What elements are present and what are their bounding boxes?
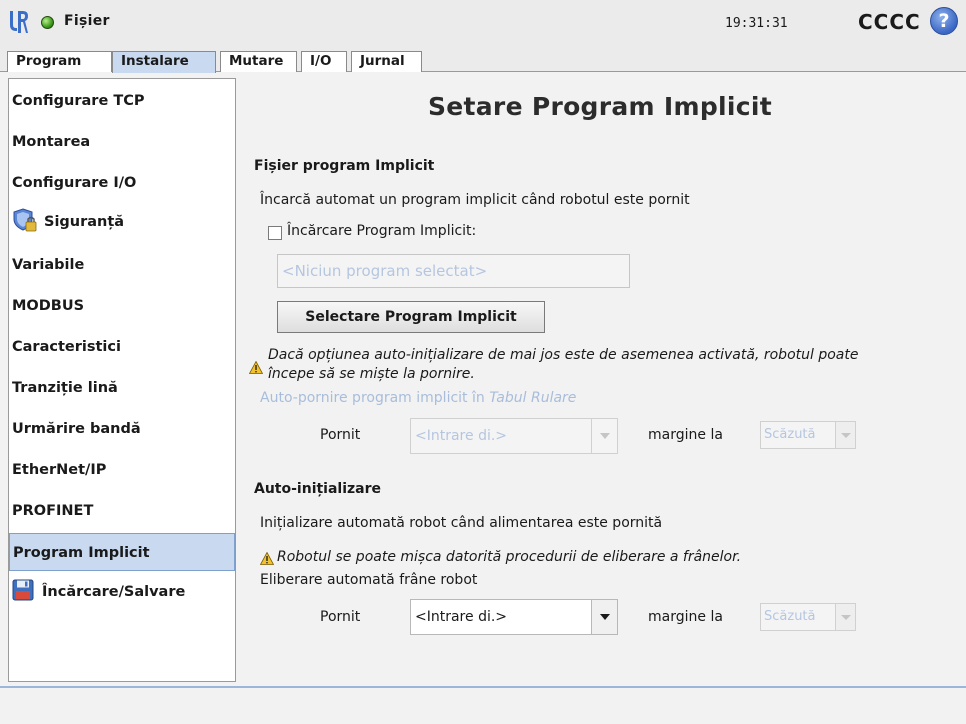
brake-on-label: Pornit [320,609,361,625]
universal-robots-logo-icon [10,11,28,33]
autostart-edge-value: Scăzută [764,427,816,442]
autostart-on-label: Pornit [320,427,361,443]
load-default-program-checkbox[interactable] [268,226,282,240]
floppy-disk-icon [12,579,34,601]
brake-edge-value: Scăzută [764,609,816,624]
sidebar-item-mounting[interactable]: Montarea [9,123,235,161]
sidebar-item-label: Variabile [12,257,85,273]
brake-input-value: <Intrare di.> [415,609,508,625]
tab-io[interactable]: I/O [301,51,347,72]
chevron-down-icon [591,600,617,634]
installation-sidebar: Configurare TCP Montarea Configurare I/O… [8,78,236,682]
autostart-edge-label: margine la [648,427,723,443]
sidebar-item-label: Configurare TCP [12,93,145,109]
sidebar-item-profinet[interactable]: PROFINET [9,492,235,530]
sidebar-item-load-save[interactable]: Încărcare/Salvare [9,573,235,611]
autostart-label: Auto-pornire program implicit în Tabul R… [260,390,576,406]
warning-icon [260,552,274,565]
auto-brake-release-label: Eliberare automată frâne robot [260,572,478,588]
safety-shield-lock-icon [13,208,37,232]
sidebar-item-label: Program Implicit [13,545,150,561]
autostart-label-text: Auto-pornire program implicit în [260,390,485,406]
sidebar-item-label: Siguranță [44,214,125,230]
main-tabs: Program Instalare Mutare I/O Jurnal [0,46,966,73]
auto-init-heading: Auto-inițializare [254,481,382,497]
autostart-input-dropdown[interactable]: <Intrare di.> [410,418,618,454]
sidebar-item-safety[interactable]: Siguranță [9,203,235,241]
sidebar-item-label: Caracteristici [12,339,121,355]
help-icon[interactable]: ? [930,7,958,35]
tab-jurnal[interactable]: Jurnal [351,51,422,72]
sidebar-item-default-program[interactable]: Program Implicit [9,533,235,571]
autostart-run-tab-text: Tabul Rulare [489,390,577,406]
brake-input-dropdown[interactable]: <Intrare di.> [410,599,618,635]
default-program-file-heading: Fișier program Implicit [254,158,435,174]
auto-init-description: Inițializare automată robot când aliment… [260,515,663,531]
tab-program[interactable]: Program [7,51,112,72]
sidebar-item-smooth-transition[interactable]: Tranziție lină [9,369,235,407]
chevron-down-icon [591,419,617,453]
footer-divider [0,686,966,688]
sidebar-item-label: Urmărire bandă [12,421,141,437]
sidebar-item-label: MODBUS [12,298,85,314]
robot-status-indicator-icon[interactable] [41,16,54,29]
sidebar-item-features[interactable]: Caracteristici [9,328,235,366]
chevron-down-icon [835,422,855,448]
load-default-program-label: Încărcare Program Implicit: [287,223,477,239]
sidebar-item-label: Montarea [12,134,91,150]
sidebar-item-ethernet-ip[interactable]: EtherNet/IP [9,451,235,489]
sidebar-item-variables[interactable]: Variabile [9,246,235,284]
sidebar-item-modbus[interactable]: MODBUS [9,287,235,325]
default-program-panel: Setare Program Implicit Fișier program I… [236,78,964,686]
brake-edge-label: margine la [648,609,723,625]
sidebar-item-conveyor-tracking[interactable]: Urmărire bandă [9,410,235,448]
sidebar-item-label: PROFINET [12,503,94,519]
sidebar-item-label: Tranziție lină [12,380,118,396]
default-program-description: Încarcă automat un program implicit când… [260,192,690,208]
sidebar-item-label: Configurare I/O [12,175,137,191]
clock-time: 19:31:31 [725,16,788,31]
tab-instalare[interactable]: Instalare [112,51,216,73]
warning-icon [249,361,263,374]
page-title: Setare Program Implicit [427,92,773,121]
autostart-warning-line1: Dacă opțiunea auto-inițializare de mai j… [268,347,859,363]
sidebar-item-tcp-config[interactable]: Configurare TCP [9,82,235,120]
file-menu[interactable]: Fișier [64,13,110,29]
select-default-program-button[interactable]: Selectare Program Implicit [277,301,545,333]
autostart-input-value: <Intrare di.> [415,428,508,444]
brake-release-warning: Robotul se poate mișca datorită procedur… [277,549,742,565]
sidebar-item-label: EtherNet/IP [12,462,107,478]
brake-edge-dropdown[interactable]: Scăzută [760,603,856,631]
autostart-warning-line2: începe să se miște la pornire. [268,366,475,382]
sidebar-item-io-config[interactable]: Configurare I/O [9,164,235,202]
sidebar-item-label: Încărcare/Salvare [42,584,186,600]
tab-mutare[interactable]: Mutare [220,51,297,72]
default-program-path-field: <Niciun program selectat> [277,254,630,288]
robot-name: CCCC [858,10,921,34]
title-bar: Fișier 19:31:31 CCCC ? [0,0,966,46]
chevron-down-icon [835,604,855,630]
autostart-edge-dropdown[interactable]: Scăzută [760,421,856,449]
